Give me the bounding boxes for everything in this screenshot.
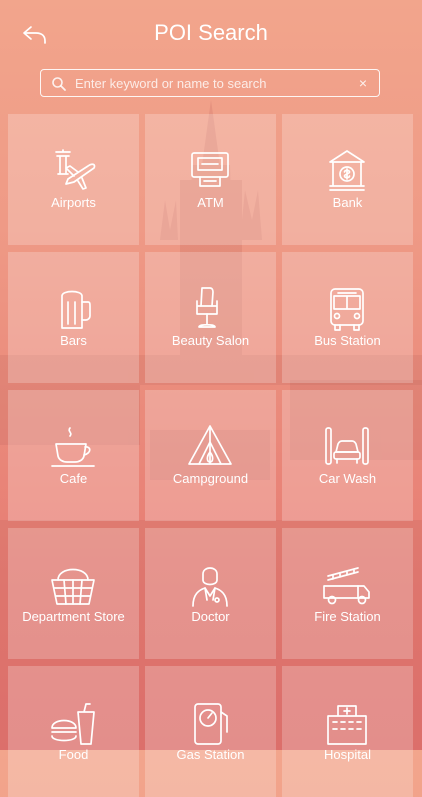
clear-search-icon[interactable]: × [359,75,367,91]
category-hospital[interactable]: Hospital [282,666,413,797]
category-beauty-salon[interactable]: Beauty Salon [145,252,276,383]
basket-icon [51,568,95,605]
beer-icon [61,290,91,329]
category-department-store[interactable]: Department Store [8,528,139,659]
bus-icon [330,288,364,331]
fire-truck-icon [323,567,370,605]
category-bank[interactable]: Bank [282,114,413,245]
salon-chair-icon [196,287,218,328]
category-label: Fire Station [314,609,381,624]
category-label: Hospital [324,747,371,762]
category-gas-station[interactable]: Gas Station [145,666,276,797]
category-label: Car Wash [318,471,377,486]
category-label: Bus Station [314,333,381,348]
search-input[interactable] [75,73,345,93]
category-car-wash[interactable]: Car Wash [282,390,413,521]
airport-icon [55,149,96,190]
category-label: Gas Station [176,747,245,762]
category-airports[interactable]: Airports [8,114,139,245]
category-label: Food [58,747,89,762]
category-label: Department Store [22,609,125,624]
category-label: Cafe [59,471,88,486]
category-label: Bank [332,195,363,210]
category-label: Beauty Salon [171,333,250,348]
category-fire-station[interactable]: Fire Station [282,528,413,659]
search-icon [52,77,66,91]
category-cafe[interactable]: Cafe [8,390,139,521]
coffee-cup-icon [51,427,95,467]
category-label: ATM [197,195,224,210]
category-campground[interactable]: Campground [145,390,276,521]
page-title: POI Search [154,20,268,45]
category-label: Bars [60,333,87,348]
search-bar: × [40,69,380,97]
category-bus-station[interactable]: Bus Station [282,252,413,383]
hospital-icon [327,705,367,745]
category-label: Airports [51,195,96,210]
category-doctor[interactable]: Doctor [145,528,276,659]
fast-food-icon [51,703,95,745]
atm-icon [191,152,229,187]
category-label: Campground [172,471,249,486]
category-food[interactable]: Food [8,666,139,797]
car-wash-icon [325,427,369,465]
category-label: Doctor [191,609,230,624]
category-atm[interactable]: ATM [145,114,276,245]
header-bar: POI Search [0,0,422,68]
category-bars[interactable]: Bars [8,252,139,383]
bank-icon [329,150,365,191]
tent-icon [188,425,232,465]
doctor-icon [192,567,228,607]
gas-pump-icon [194,703,228,745]
